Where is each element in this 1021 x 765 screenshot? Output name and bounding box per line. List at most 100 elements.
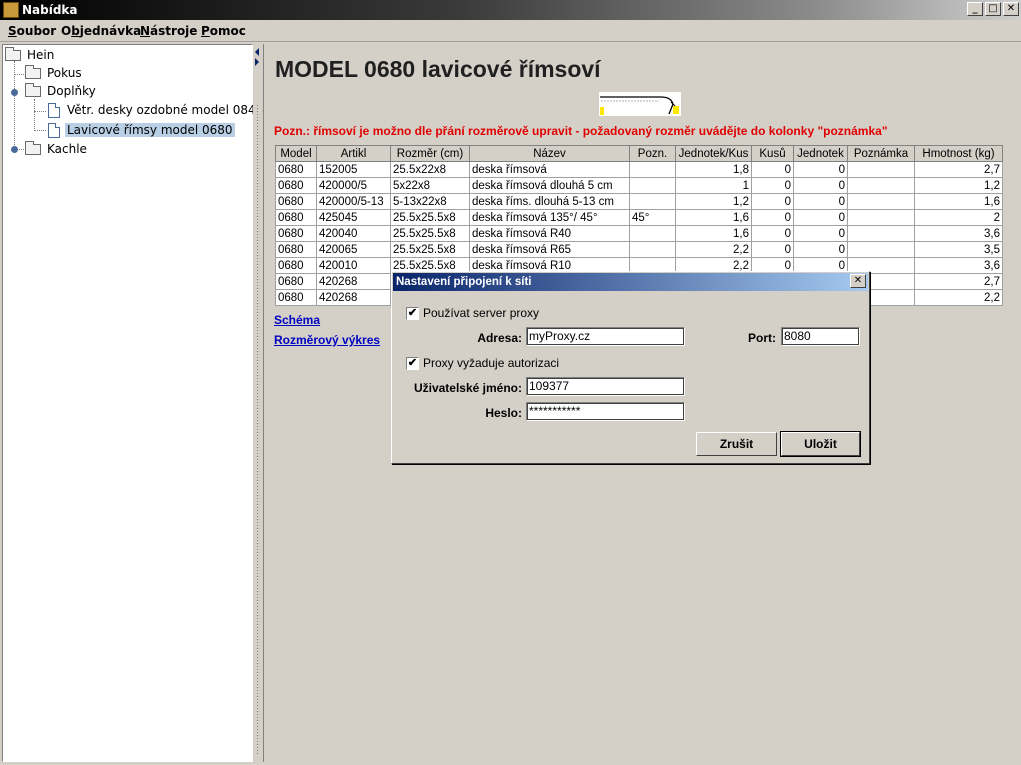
table-cell[interactable]: 1,6 — [914, 193, 1003, 210]
table-cell[interactable]: 45° — [629, 209, 676, 226]
table-cell[interactable]: 0680 — [275, 161, 317, 178]
navigation-tree[interactable]: Hein Pokus Doplňky Větr. desky ozdobné m… — [2, 44, 263, 762]
table-row[interactable]: 0680 420000/5-13 5-13x22x8 deska říms. dlou… — [275, 193, 1003, 210]
table-cell[interactable]: 0 — [793, 225, 848, 242]
table-cell[interactable]: 0680 — [275, 209, 317, 226]
table-cell[interactable]: 0680 — [275, 289, 317, 306]
table-cell[interactable]: 0 — [751, 209, 794, 226]
table-cell[interactable]: 2,7 — [914, 161, 1003, 178]
table-cell[interactable]: 2,7 — [914, 273, 1003, 290]
column-header[interactable]: Model — [275, 145, 317, 162]
column-header[interactable]: Artikl — [316, 145, 391, 162]
table-row[interactable]: 0680 425045 25.5x25.5x8 deska římsová 135°/… — [275, 209, 1003, 226]
table-row[interactable]: 0680 420065 25.5x25.5x8 deska římsová R65 2,… — [275, 241, 1003, 258]
table-cell[interactable]: 0 — [751, 241, 794, 258]
expander-doplnky[interactable] — [11, 89, 18, 96]
save-button[interactable]: Uložit — [780, 431, 861, 457]
address-field[interactable]: myProxy.cz — [526, 327, 685, 346]
menu-objednavka[interactable]: Objednávka — [61, 24, 141, 38]
collapse-right-arrow-icon[interactable] — [255, 58, 259, 66]
table-cell[interactable] — [847, 225, 915, 242]
table-cell[interactable]: 3,6 — [914, 257, 1003, 274]
column-header[interactable]: Pozn. — [629, 145, 676, 162]
table-cell[interactable]: 1,6 — [675, 209, 752, 226]
table-cell[interactable]: 425045 — [316, 209, 391, 226]
table-cell[interactable] — [847, 193, 915, 210]
table-cell[interactable]: 420268 — [316, 289, 391, 306]
table-cell[interactable]: 420065 — [316, 241, 391, 258]
table-cell[interactable] — [629, 177, 676, 194]
table-cell[interactable]: 0 — [793, 241, 848, 258]
table-cell[interactable]: 25.5x25.5x8 — [390, 209, 470, 226]
table-cell[interactable] — [847, 209, 915, 226]
maximize-button[interactable]: □ — [985, 2, 1001, 16]
table-cell[interactable]: 5x22x8 — [390, 177, 470, 194]
table-cell[interactable]: 1,6 — [675, 225, 752, 242]
table-cell[interactable]: 2,2 — [675, 241, 752, 258]
tree-item-vetr[interactable]: Větr. desky ozdobné model 0845 — [47, 102, 265, 119]
column-header[interactable]: Hmotnost (kg) — [914, 145, 1003, 162]
table-cell[interactable]: 3,5 — [914, 241, 1003, 258]
table-cell[interactable]: 3,6 — [914, 225, 1003, 242]
table-row[interactable]: 0680 420040 25.5x25.5x8 deska římsová R40 1,… — [275, 225, 1003, 242]
table-cell[interactable] — [629, 161, 676, 178]
table-cell[interactable]: 0680 — [275, 257, 317, 274]
menu-nastroje[interactable]: Nástroje — [140, 24, 197, 38]
use-proxy-checkbox[interactable]: ✔ Používat server proxy — [406, 306, 539, 320]
table-cell[interactable]: 420010 — [316, 257, 391, 274]
table-cell[interactable]: 1,8 — [675, 161, 752, 178]
tree-item-hein[interactable]: Hein — [5, 47, 56, 64]
table-cell[interactable]: 0680 — [275, 193, 317, 210]
table-cell[interactable] — [847, 177, 915, 194]
table-cell[interactable]: 2,2 — [914, 289, 1003, 306]
table-cell[interactable]: 1,2 — [675, 193, 752, 210]
username-field[interactable]: 109377 — [526, 377, 685, 396]
dimension-drawing-link[interactable]: Rozměrový výkres — [274, 333, 380, 347]
table-cell[interactable]: 25.5x25.5x8 — [390, 225, 470, 242]
table-cell[interactable] — [847, 241, 915, 258]
table-cell[interactable] — [629, 225, 676, 242]
table-cell[interactable]: deska říms. dlouhá 5-13 cm — [469, 193, 630, 210]
password-field[interactable]: *********** — [526, 402, 685, 421]
collapse-left-arrow-icon[interactable] — [255, 48, 259, 56]
table-cell[interactable] — [847, 161, 915, 178]
close-button[interactable]: ✕ — [1003, 2, 1019, 16]
table-cell[interactable]: 5-13x22x8 — [390, 193, 470, 210]
table-cell[interactable]: 2 — [914, 209, 1003, 226]
cancel-button[interactable]: Zrušit — [696, 432, 777, 456]
table-cell[interactable]: 0 — [751, 193, 794, 210]
dialog-close-button[interactable]: ✕ — [850, 274, 866, 288]
dialog-title[interactable]: Nastavení připojení k síti — [393, 273, 868, 291]
table-cell[interactable]: 0 — [793, 193, 848, 210]
column-header[interactable]: Název — [469, 145, 630, 162]
menu-pomoc[interactable]: Pomoc — [201, 24, 246, 38]
expander-kachle[interactable] — [11, 146, 18, 153]
menu-soubor[interactable]: Soubor — [8, 24, 56, 38]
table-cell[interactable]: 0680 — [275, 177, 317, 194]
table-row[interactable]: 0680 152005 25.5x22x8 deska římsová 1,8 0 0 2,7 — [275, 161, 1003, 178]
table-cell[interactable]: 420040 — [316, 225, 391, 242]
proxy-auth-checkbox[interactable]: ✔ Proxy vyžaduje autorizaci — [406, 356, 559, 370]
port-field[interactable]: 8080 — [781, 327, 860, 346]
table-cell[interactable]: deska římsová R65 — [469, 241, 630, 258]
table-cell[interactable]: 1 — [675, 177, 752, 194]
tree-item-pokus[interactable]: Pokus — [25, 65, 84, 82]
column-header[interactable]: Rozměr (cm) — [390, 145, 470, 162]
table-cell[interactable]: 0680 — [275, 225, 317, 242]
window-title-bar[interactable]: Nabídka _ □ ✕ — [0, 0, 1021, 20]
table-cell[interactable] — [629, 241, 676, 258]
table-cell[interactable]: 152005 — [316, 161, 391, 178]
tree-item-lavicove[interactable]: Lavicové římsy model 0680 — [47, 122, 235, 139]
column-header[interactable]: Poznámka — [847, 145, 915, 162]
table-cell[interactable]: deska římsová 135°/ 45° — [469, 209, 630, 226]
table-cell[interactable]: 0 — [751, 225, 794, 242]
column-header[interactable]: Jednotek/Kus — [675, 145, 752, 162]
table-cell[interactable]: 1,2 — [914, 177, 1003, 194]
table-cell[interactable]: 0 — [793, 177, 848, 194]
table-cell[interactable]: deska římsová — [469, 161, 630, 178]
minimize-button[interactable]: _ — [967, 2, 983, 16]
table-row[interactable]: 0680 420000/5 5x22x8 deska římsová dlouhá 5… — [275, 177, 1003, 194]
table-cell[interactable]: 420268 — [316, 273, 391, 290]
schema-link[interactable]: Schéma — [274, 313, 320, 327]
table-cell[interactable]: 25.5x25.5x8 — [390, 241, 470, 258]
